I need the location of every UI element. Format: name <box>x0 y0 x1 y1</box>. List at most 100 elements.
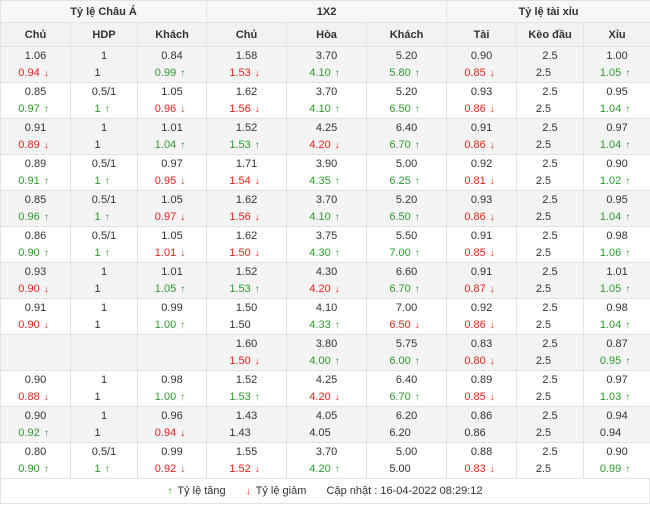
odds-current-value: 1.02 <box>599 174 622 187</box>
odds-opening-value: 0.97 <box>161 157 183 170</box>
odds-opening-value: 6.60 <box>395 265 418 278</box>
odds-cell-under: 0.90 0.99 ↑ <box>583 442 650 479</box>
arrow-up-icon: ↑ <box>167 486 173 497</box>
arrow-up-icon: ↑ <box>414 67 420 79</box>
odds-cell-opening-line: 2.52.5↑ <box>516 190 585 227</box>
odds-current-value: 4.10 <box>309 102 331 115</box>
odds-opening-value: 0.92 <box>470 301 493 314</box>
odds-current-value: 1.04 <box>154 138 177 151</box>
odds-opening-value: 6.20 <box>395 409 418 422</box>
arrow-up-icon: ↑ <box>334 319 340 331</box>
odds-current-value: 2.5 <box>535 318 552 331</box>
odds-cell-away-1x2: 6.40 6.70 ↑ <box>366 370 448 407</box>
odds-opening-value: 0.5/1 <box>91 157 117 170</box>
odds-current-value: 0.96 <box>18 210 40 223</box>
odds-cell-draw: 4.25 4.20 ↓ <box>286 118 368 155</box>
odds-current-value: 1.53 <box>229 282 251 295</box>
odds-current-value: 4.10 <box>309 210 331 223</box>
odds-current-value: 0.90 <box>18 318 40 331</box>
odds-cell-under: 0.90 1.02 ↑ <box>583 154 650 191</box>
odds-opening-value: 1 <box>100 301 108 314</box>
table-row: 0.85 0.96 ↑ 0.5/1 1 ↑ 1.05 0.97 ↓ 1.62 1.56 ↓ 3.70 4.… <box>0 190 650 227</box>
odds-current-value: 6.20 <box>389 426 411 439</box>
odds-current-value: 4.35 <box>309 174 331 187</box>
arrow-up-icon: ↑ <box>43 427 49 439</box>
odds-cell-away: 1.05 0.96 ↓ <box>136 82 208 119</box>
odds-cell-over: 0.92 0.86 ↓ <box>446 298 518 335</box>
odds-cell-draw: 4.30 4.20 ↓ <box>286 262 368 299</box>
odds-current-value: 2.5 <box>535 138 552 151</box>
odds-current-value: 0.92 <box>18 426 40 439</box>
table-row: 0.86 0.90 ↑ 0.5/1 1 ↑ 1.05 1.01 ↓ 1.62 1.50 ↓ 3.75 4.… <box>0 226 650 263</box>
odds-opening-value: 3.70 <box>315 85 338 98</box>
odds-opening-value: 3.75 <box>315 229 338 242</box>
odds-cell-home: 0.90 0.92 ↑ <box>0 406 71 443</box>
odds-current-value: 1.04 <box>599 102 622 115</box>
odds-current-value: 1 <box>94 138 101 151</box>
arrow-down-icon: ↓ <box>489 211 495 223</box>
odds-cell-home: 0.91 0.89 ↓ <box>0 118 71 155</box>
arrow-down-icon: ↓ <box>180 463 186 475</box>
odds-current-value: 0.91 <box>18 174 40 187</box>
arrow-up-icon: ↑ <box>625 319 631 331</box>
odds-opening-value: 2.5 <box>542 229 558 242</box>
odds-current-value: 1.52 <box>229 462 251 475</box>
arrow-up-icon: ↑ <box>43 103 49 115</box>
odds-current-value: 0.90 <box>18 282 40 295</box>
odds-opening-value: 0.97 <box>606 373 628 386</box>
odds-current-value: 0.86 <box>464 138 486 151</box>
arrow-down-icon: ↓ <box>43 391 49 403</box>
odds-opening-value: 2.5 <box>542 337 558 350</box>
odds-cell-away: ↑ <box>136 334 208 371</box>
odds-cell-over: 0.89 0.85 ↓ <box>446 370 518 407</box>
odds-opening-value: 2.5 <box>542 301 558 314</box>
arrow-down-icon: ↓ <box>489 247 495 259</box>
odds-current-value: 1.04 <box>599 138 622 151</box>
odds-cell-under: 0.97 1.03 ↑ <box>583 370 650 407</box>
arrow-up-icon: ↑ <box>254 283 260 295</box>
arrow-up-icon: ↑ <box>104 463 110 475</box>
arrow-down-icon: ↓ <box>489 283 495 295</box>
table-row: 1.060.94↓11↑0.840.99↑1.581.53↓3.704.10↑5… <box>0 46 650 83</box>
arrow-up-icon: ↑ <box>414 355 420 367</box>
odds-cell-hdp: 0.5/1 1 ↑ <box>70 154 138 191</box>
odds-cell-opening-line: 2.52.5↑ <box>516 334 585 371</box>
odds-cell-draw: 3.70 4.10 ↑ <box>286 190 368 227</box>
arrow-up-icon: ↑ <box>334 67 340 79</box>
odds-current-value: 1 <box>94 390 101 403</box>
arrow-up-icon: ↑ <box>334 175 340 187</box>
odds-opening-value: 0.97 <box>606 121 628 134</box>
odds-cell-home-1x2: 1.55 1.52 ↓ <box>206 442 288 479</box>
odds-cell-away-1x2: 5.50 7.00 ↑ <box>366 226 448 263</box>
odds-cell-opening-line: 2.52.5↑ <box>516 46 585 83</box>
odds-opening-value: 0.90 <box>606 445 628 458</box>
odds-opening-value: 1.62 <box>235 229 258 242</box>
odds-cell-home: 0.80 0.90 ↑ <box>0 442 71 479</box>
odds-cell-over: 0.860.86↑ <box>446 406 518 443</box>
arrow-down-icon: ↓ <box>180 427 186 439</box>
arrow-up-icon: ↑ <box>625 211 631 223</box>
arrow-down-icon: ↓ <box>254 175 260 187</box>
odds-cell-home-1x2: 1.58 1.53 ↓ <box>206 46 288 83</box>
arrow-down-icon: ↓ <box>180 211 186 223</box>
odds-cell-away-1x2: 6.206.20↑ <box>366 406 448 443</box>
odds-cell-draw: 3.70 4.10 ↑ <box>286 82 368 119</box>
odds-opening-value: 0.92 <box>470 157 493 170</box>
odds-cell-over: 0.92 0.81 ↓ <box>446 154 518 191</box>
arrow-down-icon: ↓ <box>43 139 49 151</box>
odds-opening-value: 6.40 <box>395 121 418 134</box>
odds-cell-away: 0.99 0.92 ↓ <box>136 442 208 479</box>
odds-cell-away: 0.99 1.00 ↑ <box>136 298 208 335</box>
odds-current-value: 0.89 <box>18 138 40 151</box>
odds-cell-draw: 3.75 4.30 ↑ <box>286 226 368 263</box>
group-header-1x2: 1X2 <box>206 0 448 23</box>
arrow-down-icon: ↓ <box>489 103 495 115</box>
odds-opening-value: 0.98 <box>606 301 628 314</box>
updated-label: Cập nhật : <box>326 485 378 497</box>
arrow-down-icon: ↓ <box>334 391 340 403</box>
odds-current-value: 1.04 <box>599 210 622 223</box>
odds-current-value: 4.33 <box>309 318 331 331</box>
odds-opening-value: 5.20 <box>395 85 418 98</box>
odds-opening-value: 1.01 <box>161 265 183 278</box>
arrow-down-icon: ↓ <box>180 247 186 259</box>
